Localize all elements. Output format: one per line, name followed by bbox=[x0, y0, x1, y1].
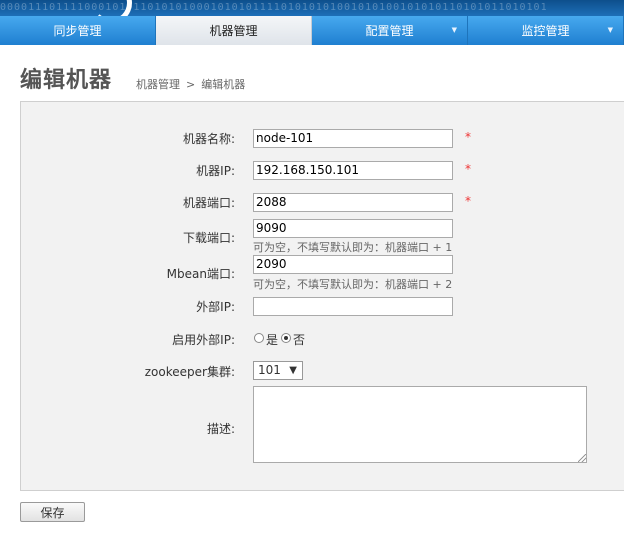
radio-yes-label: 是 bbox=[266, 333, 279, 347]
radio-no[interactable] bbox=[281, 333, 291, 343]
chevron-down-icon: ▼ bbox=[451, 26, 457, 34]
zookeeper-selected-value: 101 bbox=[258, 363, 281, 377]
radio-no-label: 否 bbox=[293, 333, 306, 347]
page-title: 编辑机器 bbox=[20, 68, 113, 93]
machine-port-input[interactable]: 2088 bbox=[253, 193, 453, 212]
description-label: 描述: bbox=[206, 422, 235, 436]
machine-ip-input[interactable]: 192.168.150.101 bbox=[253, 161, 453, 180]
tab-label: 监控管理 bbox=[521, 24, 570, 38]
breadcrumb: 机器管理 > 编辑机器 bbox=[136, 76, 251, 92]
logo-icon bbox=[90, 0, 132, 16]
edit-machine-form: 机器名称: node-101 * 机器IP: 192.168.150.101 *… bbox=[20, 101, 624, 491]
download-port-label: 下载端口: bbox=[182, 231, 235, 245]
top-banner: 0000111011110001010110101010001010101111… bbox=[0, 0, 624, 16]
download-port-hint: 可为空，不填写默认即为：机器端口 + 1 bbox=[253, 241, 453, 254]
use-external-ip-label: 启用外部IP: bbox=[172, 333, 235, 347]
machine-port-label: 机器端口: bbox=[182, 196, 235, 210]
tab-machine-management[interactable]: 机器管理 bbox=[156, 16, 312, 45]
breadcrumb-separator: > bbox=[186, 78, 196, 91]
tab-sync-management[interactable]: 同步管理 bbox=[0, 16, 156, 45]
external-ip-label: 外部IP: bbox=[196, 300, 235, 314]
description-textarea[interactable] bbox=[253, 386, 587, 463]
machine-name-input[interactable]: node-101 bbox=[253, 129, 453, 148]
tab-monitor-management[interactable]: 监控管理 ▼ bbox=[468, 16, 624, 45]
required-marker: * bbox=[465, 162, 471, 176]
required-marker: * bbox=[465, 130, 471, 144]
main-nav: 同步管理 机器管理 配置管理 ▼ 监控管理 ▼ bbox=[0, 16, 624, 45]
download-port-input[interactable]: 9090 bbox=[253, 219, 453, 238]
zookeeper-cluster-select[interactable]: 101 ▼ bbox=[253, 361, 303, 380]
chevron-down-icon: ▼ bbox=[289, 365, 297, 376]
tab-label: 同步管理 bbox=[53, 24, 102, 38]
save-button[interactable]: 保存 bbox=[20, 502, 85, 522]
machine-ip-label: 机器IP: bbox=[196, 164, 235, 178]
tab-label: 机器管理 bbox=[209, 24, 258, 38]
mbean-port-input[interactable]: 2090 bbox=[253, 255, 453, 274]
resize-grip-icon[interactable] bbox=[578, 454, 586, 462]
tab-label: 配置管理 bbox=[365, 24, 414, 38]
radio-yes[interactable] bbox=[254, 333, 264, 343]
external-ip-input[interactable] bbox=[253, 297, 453, 316]
machine-name-label: 机器名称: bbox=[182, 132, 235, 146]
zookeeper-cluster-label: zookeeper集群: bbox=[144, 365, 235, 379]
breadcrumb-item-edit-machine: 编辑机器 bbox=[201, 78, 246, 91]
breadcrumb-item-machine-management[interactable]: 机器管理 bbox=[136, 78, 180, 91]
mbean-port-hint: 可为空，不填写默认即为：机器端口 + 2 bbox=[253, 278, 453, 291]
required-marker: * bbox=[465, 194, 471, 208]
tab-config-management[interactable]: 配置管理 ▼ bbox=[312, 16, 468, 45]
mbean-port-label: Mbean端口: bbox=[166, 267, 235, 281]
chevron-down-icon: ▼ bbox=[607, 26, 613, 34]
